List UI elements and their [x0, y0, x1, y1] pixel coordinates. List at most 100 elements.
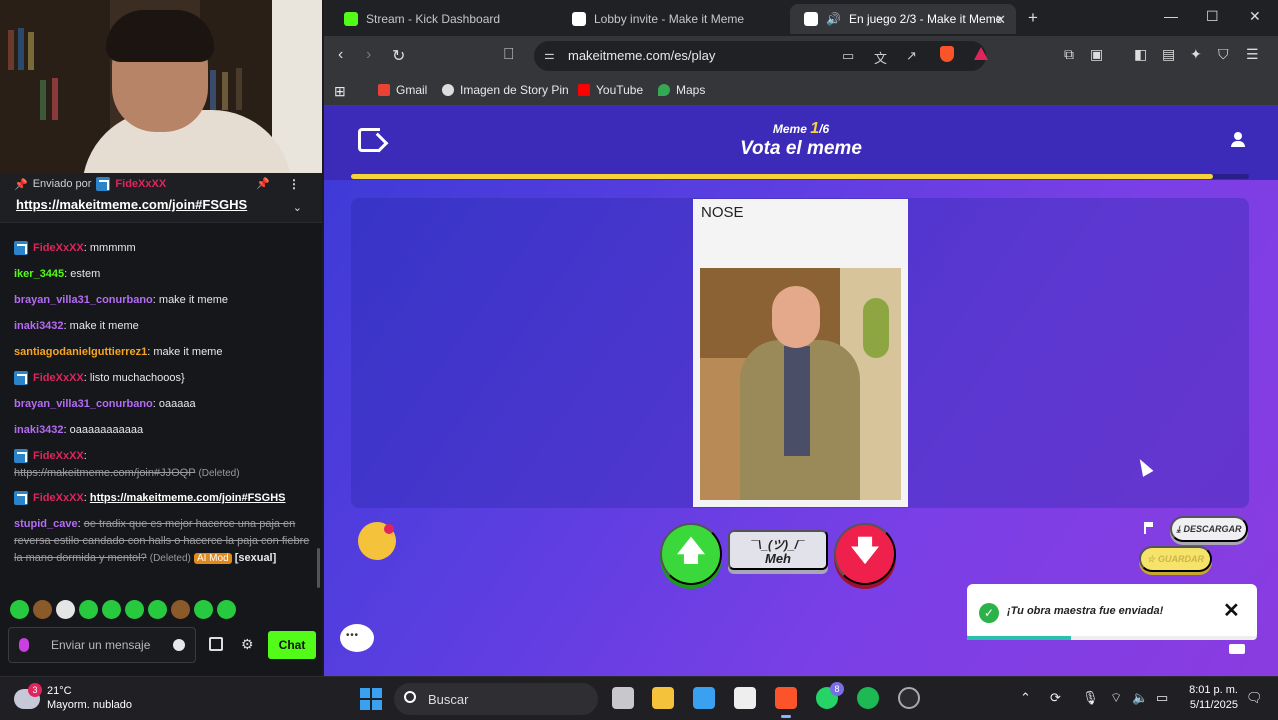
minimize-icon[interactable]: — — [1164, 8, 1178, 24]
weather-temp: 21°C — [47, 685, 72, 697]
apps-grid-icon[interactable]: ⊞ — [334, 83, 346, 100]
gear-icon[interactable]: ⚙ — [241, 636, 254, 653]
chat-bubble-icon[interactable] — [340, 624, 374, 652]
tab-en-juego[interactable]: 🔊 En juego 2/3 - Make it Meme ✕ — [790, 4, 1016, 34]
emote-icon[interactable] — [102, 600, 121, 619]
close-toast-icon[interactable]: ✕ — [1223, 598, 1240, 623]
chat-username[interactable]: inaki3432 — [14, 424, 64, 436]
wallet-icon[interactable]: ▤ — [1162, 46, 1175, 63]
vote-down-button[interactable]: 🡇 — [834, 523, 896, 585]
chat-username[interactable]: FideXxXX — [33, 450, 84, 462]
unpin-icon[interactable]: 📌 — [256, 177, 270, 190]
chat-username[interactable]: brayan_villa31_conurbano — [14, 398, 153, 410]
new-tab-icon[interactable]: + — [1028, 8, 1038, 28]
send-chat-button[interactable]: Chat — [268, 631, 316, 659]
wifi-icon[interactable]: ⌔ — [1110, 690, 1122, 706]
cast-icon[interactable]: ▭ — [842, 48, 854, 64]
chat-scrollbar[interactable] — [317, 548, 320, 588]
emote-icon[interactable] — [194, 600, 213, 619]
speaker-icon[interactable]: 🔊 — [826, 12, 841, 26]
store-icon[interactable] — [209, 637, 223, 651]
thinking-emoji-icon[interactable] — [358, 522, 396, 560]
download-button[interactable]: ⤓ DESCARGAR — [1170, 516, 1248, 542]
bookmark-gmail[interactable]: Gmail — [378, 83, 427, 97]
chat-username[interactable]: inaki3432 — [14, 320, 64, 332]
spotify-icon[interactable] — [857, 687, 879, 709]
brave-rewards-icon[interactable] — [974, 47, 988, 60]
chat-input[interactable]: Enviar un mensaje — [8, 627, 196, 663]
vote-meh-button[interactable]: ¯\_(ツ)_/¯ Meh — [728, 530, 828, 570]
notion-icon[interactable] — [734, 687, 756, 709]
close-window-icon[interactable]: ✕ — [1249, 8, 1261, 25]
chat-username[interactable]: santiagodanielguttierrez1 — [14, 346, 147, 358]
obs-icon[interactable] — [898, 687, 920, 709]
emote-icon[interactable] — [56, 600, 75, 619]
clock[interactable]: 8:01 p. m. 5/11/2025 — [1180, 683, 1238, 713]
user-icon[interactable] — [1231, 132, 1245, 148]
bookmark-label: Imagen de Story Pin — [460, 83, 569, 97]
chat-username[interactable]: brayan_villa31_conurbano — [14, 294, 153, 306]
emote-icon[interactable] — [10, 600, 29, 619]
bookmark-youtube[interactable]: YouTube — [578, 83, 643, 97]
report-flag-icon[interactable] — [1144, 522, 1153, 534]
task-view-icon[interactable] — [612, 687, 634, 709]
chat-username[interactable]: FideXxXX — [33, 492, 84, 504]
store-app-icon[interactable] — [693, 687, 715, 709]
microphone-icon[interactable] — [19, 638, 29, 652]
emote-icon[interactable] — [125, 600, 144, 619]
bookmark-maps[interactable]: Maps — [658, 83, 705, 97]
bookmark-icon[interactable]: ⎕ — [504, 46, 514, 64]
url-text[interactable]: makeitmeme.com/es/play — [568, 48, 715, 63]
extensions-icon[interactable]: ⧉ — [1064, 46, 1074, 63]
tab-lobby-invite[interactable]: Lobby invite - Make it Meme — [558, 4, 788, 34]
close-tab-icon[interactable]: ✕ — [995, 12, 1006, 28]
chat-text[interactable]: https://makeitmeme.com/join#FSGHS — [90, 492, 286, 504]
start-button[interactable] — [360, 688, 382, 710]
sidebar-icon[interactable]: ◧ — [1134, 46, 1147, 63]
save-button[interactable]: ☆ GUARDAR — [1139, 546, 1212, 572]
sync-icon[interactable]: ⟳ — [1050, 690, 1061, 706]
reload-icon[interactable]: ↻ — [392, 46, 405, 66]
vote-up-button[interactable]: 🡅 — [660, 523, 722, 585]
emote-icon[interactable] — [171, 600, 190, 619]
meme-current: 1 — [810, 120, 820, 137]
site-settings-icon[interactable]: ⚌ — [544, 48, 555, 62]
microphone-tray-icon[interactable]: 🎙 — [1082, 690, 1099, 706]
brave-icon[interactable] — [775, 687, 797, 718]
notifications-icon[interactable]: 🗨 — [1246, 690, 1263, 706]
pinned-user[interactable]: FideXxXX — [115, 178, 166, 190]
chat-username[interactable]: stupid_cave — [14, 518, 78, 530]
forward-icon[interactable]: › — [366, 46, 371, 64]
bookmark-story-pin[interactable]: Imagen de Story Pin — [442, 83, 569, 97]
leo-ai-icon[interactable]: ✦ — [1190, 46, 1202, 63]
brave-shield-icon[interactable] — [940, 46, 954, 62]
show-hidden-icons-icon[interactable]: ⌃ — [1020, 690, 1031, 706]
vpn-icon[interactable]: ⛉ — [1218, 46, 1229, 63]
chevron-down-icon[interactable]: ⌄ — [293, 201, 302, 214]
whatsapp-icon[interactable]: 8 — [816, 682, 844, 709]
back-icon[interactable]: ‹ — [338, 46, 343, 64]
tab-kick-dashboard[interactable]: Stream - Kick Dashboard — [330, 4, 558, 34]
file-explorer-icon[interactable] — [652, 687, 674, 709]
chat-username[interactable]: FideXxXX — [33, 372, 84, 384]
emoji-picker-icon[interactable] — [173, 639, 185, 651]
messages-icon[interactable] — [1229, 644, 1245, 654]
more-options-icon[interactable]: ⋮ — [288, 177, 300, 191]
address-bar[interactable]: ⚌ makeitmeme.com/es/play ▭ 文 ↗ — [534, 41, 986, 71]
chat-username[interactable]: iker_3445 — [14, 268, 64, 280]
emote-icon[interactable] — [33, 600, 52, 619]
battery-icon[interactable]: ▭ — [1156, 690, 1168, 706]
tab-label: En juego 2/3 - Make it Meme — [848, 12, 1003, 26]
chat-username[interactable]: FideXxXX — [33, 242, 84, 254]
menu-icon[interactable]: ☰ — [1246, 46, 1259, 63]
translate-icon[interactable]: 文 — [874, 48, 887, 67]
share-icon[interactable]: ↗ — [906, 48, 917, 64]
maximize-icon[interactable]: ☐ — [1206, 8, 1219, 25]
pinned-link[interactable]: https://makeitmeme.com/join#FSGHS — [16, 197, 247, 212]
taskbar-search[interactable]: Buscar — [394, 683, 598, 715]
emote-icon[interactable] — [148, 600, 167, 619]
reader-icon[interactable]: ▣ — [1090, 46, 1103, 63]
emote-icon[interactable] — [79, 600, 98, 619]
emote-icon[interactable] — [217, 600, 236, 619]
volume-icon[interactable]: 🔈 — [1132, 690, 1148, 706]
